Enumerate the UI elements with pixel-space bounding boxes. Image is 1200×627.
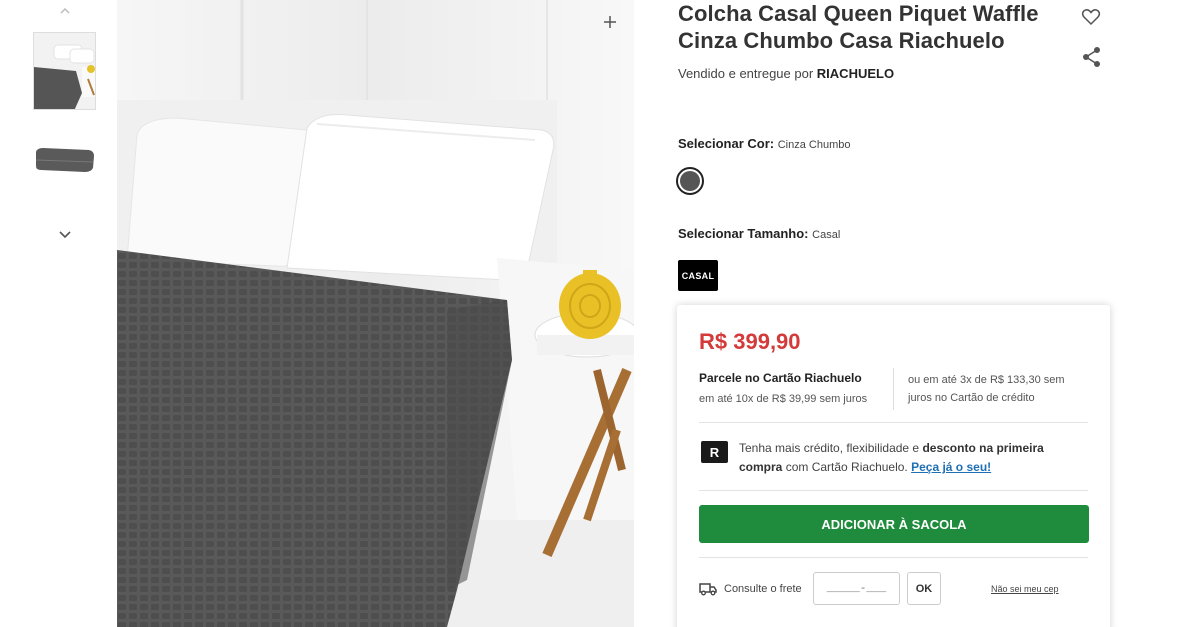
chevron-up-icon xyxy=(60,7,70,14)
color-value: Cinza Chumbo xyxy=(777,139,851,151)
thumbnail-2[interactable] xyxy=(33,126,96,204)
color-selector-label: Selecionar Cor: Cinza Chumbo xyxy=(678,136,850,151)
heart-icon xyxy=(1081,9,1101,26)
no-cep-link[interactable]: Não sei meu cep xyxy=(991,584,1059,594)
color-swatch-cinza-chumbo[interactable] xyxy=(676,167,704,195)
chevron-down-icon xyxy=(59,231,71,239)
cep-ok-button[interactable]: OK xyxy=(907,572,941,605)
main-product-image[interactable] xyxy=(117,0,634,627)
cep-input[interactable] xyxy=(813,572,900,605)
installment-detail: em até 10x de R$ 39,99 sem juros xyxy=(699,393,868,405)
price-card: R$ 399,90 Parcele no Cartão Riachuelo em… xyxy=(677,305,1110,627)
swatch-fill xyxy=(680,171,700,191)
divider xyxy=(893,368,894,410)
installment-title: Parcele no Cartão Riachuelo xyxy=(699,371,862,385)
favorite-button[interactable] xyxy=(1080,6,1102,28)
bed-thumbnail-image xyxy=(34,33,95,109)
seller-name: RIACHUELO xyxy=(816,66,895,81)
thumbnail-1[interactable] xyxy=(33,32,96,110)
promo-text-1: Tenha mais crédito, flexibilidade e xyxy=(739,441,920,455)
size-value: Casal xyxy=(812,229,841,241)
promo-text-2: com Cartão Riachuelo. xyxy=(785,460,908,474)
plus-icon xyxy=(604,16,616,28)
divider xyxy=(699,490,1088,491)
seller-info: Vendido e entregue por RIACHUELO xyxy=(678,66,894,81)
product-price: R$ 399,90 xyxy=(699,329,801,354)
size-label: Selecionar Tamanho: xyxy=(678,226,809,241)
seller-prefix: Vendido e entregue por xyxy=(678,66,814,81)
apply-card-link[interactable]: Peça já o seu! xyxy=(911,460,991,474)
divider xyxy=(699,557,1088,558)
thumbnail-prev-button[interactable] xyxy=(57,3,73,19)
color-label: Selecionar Cor: xyxy=(678,136,775,151)
folded-blanket-thumbnail-image xyxy=(33,126,96,204)
add-to-bag-button[interactable]: ADICIONAR À SACOLA xyxy=(699,505,1089,543)
product-title: Colcha Casal Queen Piquet Waffle Cinza C… xyxy=(678,1,1039,53)
store-card-installments: Parcele no Cartão Riachuelo em até 10x d… xyxy=(699,371,889,405)
share-icon xyxy=(1083,47,1100,67)
size-selector-label: Selecionar Tamanho: Casal xyxy=(678,226,840,241)
credit-card-installments: ou em até 3x de R$ 133,30 sem juros no C… xyxy=(908,374,1065,404)
divider xyxy=(699,422,1088,423)
riachuelo-card-logo: R xyxy=(701,441,728,463)
bedroom-scene-image xyxy=(117,0,634,627)
share-button[interactable] xyxy=(1082,46,1102,68)
truck-icon xyxy=(699,583,717,596)
card-promo-text: Tenha mais crédito, flexibilidade e desc… xyxy=(739,439,1079,477)
thumbnail-next-button[interactable] xyxy=(57,226,73,242)
thumbnail-gallery xyxy=(33,0,97,627)
zoom-button[interactable] xyxy=(600,12,620,32)
shipping-label: Consulte o frete xyxy=(724,583,802,595)
size-option-casal[interactable]: CASAL xyxy=(678,260,718,291)
